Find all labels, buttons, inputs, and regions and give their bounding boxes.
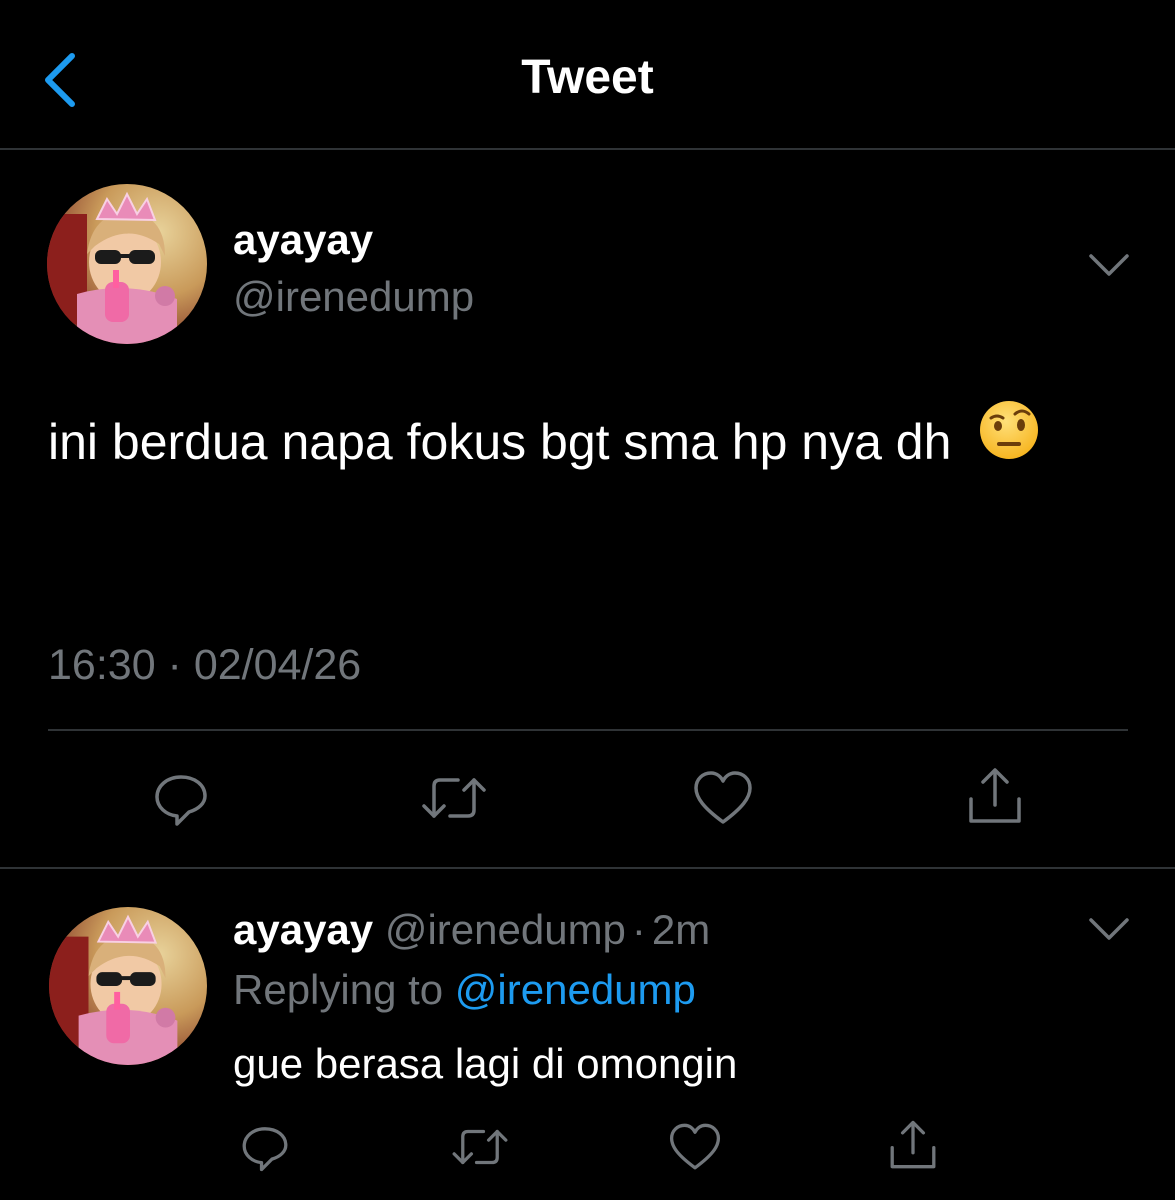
reply-text: gue berasa lagi di omongin [233, 1040, 738, 1087]
reply-icon [242, 1127, 288, 1172]
chevron-down-icon [1089, 254, 1129, 276]
tweet-timestamp[interactable]: 16:30 · 02/04/26 [48, 640, 361, 690]
reply-time[interactable]: 2m [652, 906, 710, 953]
retweet-icon [422, 778, 486, 818]
reply-share-button[interactable] [884, 1116, 942, 1174]
tweet-body: ini berdua napa fokus bgt sma hp nya dh [48, 414, 952, 470]
user-handle[interactable]: @irenedump [233, 272, 474, 322]
avatar[interactable] [47, 184, 207, 344]
tweet-text: ini berdua napa fokus bgt sma hp nya dh [48, 401, 1138, 489]
reply-display-name[interactable]: ayayay [233, 906, 373, 953]
divider [48, 729, 1128, 731]
reply-header: ayayay @irenedump · 2m [233, 904, 710, 956]
replying-mention-link[interactable]: @irenedump [455, 966, 696, 1013]
section-divider [0, 867, 1175, 869]
reply-retweet-button[interactable] [448, 1118, 512, 1176]
share-button[interactable] [962, 763, 1028, 829]
reply-reply-button[interactable] [236, 1118, 294, 1176]
top-bar: Tweet [0, 0, 1175, 150]
separator-dot: · [631, 906, 646, 953]
display-name[interactable]: ayayay [233, 215, 373, 265]
more-options-button[interactable] [1085, 248, 1133, 282]
replying-prefix: Replying to [233, 966, 444, 1013]
share-icon [890, 1120, 936, 1169]
retweet-icon [452, 1129, 508, 1165]
share-icon [969, 768, 1021, 823]
reply-icon [155, 775, 207, 826]
like-button[interactable] [690, 765, 756, 831]
reply-more-options-button[interactable] [1085, 912, 1133, 946]
avatar-image [49, 907, 207, 1065]
reply-handle[interactable]: @irenedump [385, 906, 626, 953]
avatar-image [47, 184, 207, 344]
reply-button[interactable] [148, 765, 214, 831]
heart-icon [694, 771, 752, 824]
retweet-button[interactable] [418, 765, 490, 831]
replying-to: Replying to @irenedump [233, 964, 696, 1016]
reply-like-button[interactable] [666, 1118, 724, 1176]
page-title: Tweet [521, 51, 654, 104]
reply-avatar[interactable] [49, 907, 207, 1065]
raised-eyebrow-emoji-icon [977, 398, 1041, 485]
chevron-down-icon [1089, 918, 1129, 940]
heart-icon [669, 1123, 721, 1170]
